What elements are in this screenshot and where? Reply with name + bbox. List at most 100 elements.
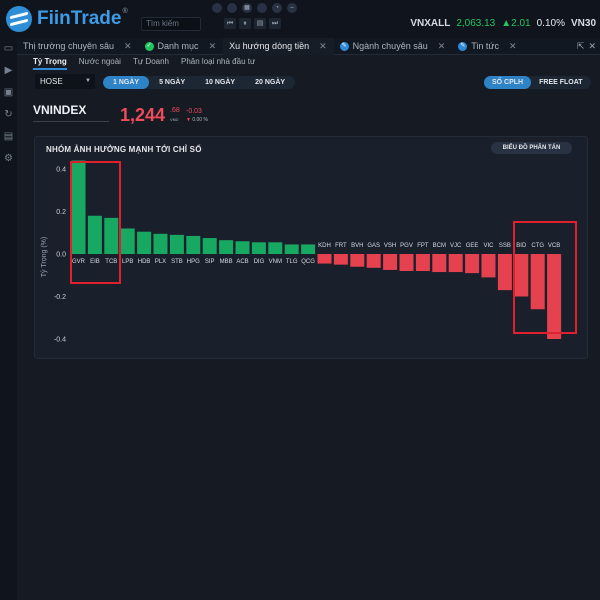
ticker-name: VNXALL (410, 18, 451, 29)
bar-pgv (399, 254, 414, 271)
category-label: FRT (335, 243, 347, 249)
document-icon[interactable]: ▤ (0, 126, 17, 148)
index-percent: ▼ 0.00 % (186, 117, 208, 123)
y-axis-label: Tỷ Trọng (%) (41, 237, 48, 277)
search-input[interactable]: Tìm kiếm (141, 17, 201, 31)
bar-sip (202, 238, 217, 254)
down-arrow-icon: ▼ (186, 117, 191, 123)
calendar-icon[interactable]: ▦ (242, 3, 252, 13)
range-1-day[interactable]: 1 NGÀY (103, 76, 150, 89)
ticker2-name: VN30 (570, 18, 596, 29)
logo-trademark: ® (122, 8, 128, 15)
category-label: STB (171, 259, 183, 265)
bar-stb (169, 234, 184, 254)
tab-money-flow-trend[interactable]: Xu hướng dòng tiền ✕ (223, 37, 334, 55)
bar-vsh (383, 254, 398, 270)
category-label: LPB (122, 259, 133, 265)
bar-hdb (137, 231, 152, 254)
market-ticker[interactable]: VNXALL 2,063.13 ▲2.01 0.10% VN30 (410, 18, 596, 29)
subtab-proprietary[interactable]: Tự Doanh (133, 56, 169, 70)
circle-icon[interactable] (227, 3, 237, 13)
logo-text: FiinTrade (37, 8, 122, 29)
close-icon[interactable]: ✕ (209, 38, 217, 55)
category-label: TLG (286, 259, 298, 265)
category-label: SIP (205, 259, 215, 265)
category-label: GEE (466, 243, 479, 249)
close-icon[interactable]: ✕ (509, 38, 517, 55)
toggle-free-float[interactable]: FREE FLOAT (531, 76, 590, 89)
index-percent-value: 0.00 % (192, 117, 208, 123)
close-icon[interactable]: ✕ (438, 38, 446, 55)
bar-dig (251, 242, 266, 254)
previous-icon[interactable]: ⏮ (224, 18, 236, 29)
index-value: 1,244 (120, 105, 166, 125)
save-icon[interactable]: ▣ (0, 82, 17, 104)
tab-news[interactable]: ✎ Tin tức ✕ (452, 38, 523, 55)
exchange-select[interactable]: HOSE ▼ (35, 74, 95, 89)
category-label: FPT (417, 243, 429, 249)
tab-label: Thị trường chuyên sâu (23, 40, 114, 51)
category-label: SSB (499, 243, 511, 249)
range-20-days[interactable]: 20 NGÀY (245, 76, 295, 89)
refresh-icon[interactable]: ↻ (0, 104, 17, 126)
tab-bar: Thị trường chuyên sâu ✕ ✓ Danh mục ✕ Xu hư… (17, 37, 600, 55)
close-icon[interactable]: ✕ (588, 41, 596, 52)
close-icon[interactable]: ✕ (124, 38, 132, 55)
category-label: HPG (187, 259, 200, 265)
logo[interactable]: FiinTrade ® (6, 6, 128, 32)
y-tick-label: 0.4 (56, 167, 66, 174)
tab-deep-market[interactable]: Thị trường chuyên sâu ✕ (17, 38, 139, 55)
app-window: FiinTrade ® Tìm kiếm ▦ ◔ – ⏮ ⏸ ▤ ⏭ VNXAL… (0, 0, 600, 600)
y-tick-label: 0.0 (56, 252, 66, 259)
range-5-days[interactable]: 5 NGÀY (149, 76, 195, 89)
gear-icon[interactable]: ⚙ (0, 148, 17, 170)
toggle-shares-outstanding[interactable]: SỐ CPLH (484, 76, 532, 89)
tab-label: Ngành chuyên sâu (352, 40, 428, 51)
y-tick-label: 0.2 (56, 209, 66, 216)
video-icon[interactable]: ▶ (0, 60, 17, 82)
window-icon[interactable]: ▭ (0, 38, 17, 60)
bar-lpb (120, 228, 135, 254)
category-label: VJC (450, 243, 462, 249)
ticker-change: ▲2.01 (501, 18, 531, 29)
category-label: MBB (220, 259, 233, 265)
category-label: ACB (236, 259, 248, 265)
minimize-icon[interactable]: – (287, 3, 297, 13)
bar-qcg (301, 244, 316, 254)
bar-fpt (415, 254, 430, 271)
tab-deep-sector[interactable]: ✎ Ngành chuyên sâu ✕ (334, 38, 453, 55)
index-change: -0.03 (186, 108, 202, 115)
popout-icon[interactable]: ⇱ (577, 41, 585, 52)
subtab-investor-type[interactable]: Phân loại nhà đầu tư (181, 56, 255, 70)
bar-gas (366, 254, 381, 268)
tab-label: Xu hướng dòng tiền (229, 40, 310, 51)
subtab-weight[interactable]: Tỷ Trọng (33, 56, 67, 70)
panel-title: NHÓM ẢNH HƯỞNG MẠNH TỚI CHỈ SỐ (46, 145, 202, 154)
scatter-chart-button[interactable]: BIỂU ĐỒ PHÂN TÁN (491, 142, 572, 154)
tab-portfolio[interactable]: ✓ Danh mục ✕ (139, 38, 224, 55)
category-label: KDH (318, 243, 331, 249)
category-label: VNM (269, 259, 282, 265)
clock-icon[interactable]: ◔ (272, 3, 282, 13)
fiintrade-logo-icon (6, 6, 32, 32)
close-icon[interactable]: ✕ (319, 38, 327, 55)
y-tick-label: -0.4 (54, 337, 66, 344)
grid-icon[interactable]: ▤ (254, 18, 266, 29)
bar-gee (465, 254, 480, 274)
y-tick-label: -0.2 (54, 294, 66, 301)
next-icon[interactable]: ⏭ (269, 18, 281, 29)
bar-hpg (186, 235, 201, 254)
chevron-down-icon: ▼ (85, 78, 91, 84)
index-name: VNINDEX (33, 103, 109, 122)
bar-bcm (432, 254, 447, 273)
circle-icon[interactable] (212, 3, 222, 13)
bar-bvh (350, 254, 365, 267)
bar-mbb (219, 240, 234, 254)
range-10-days[interactable]: 10 NGÀY (195, 76, 245, 89)
pause-icon[interactable]: ⏸ (239, 18, 251, 29)
category-label: DIG (254, 259, 265, 265)
category-label: GAS (367, 243, 380, 249)
tab-controls: ⇱ ✕ (577, 41, 596, 52)
circle-icon[interactable] (257, 3, 267, 13)
subtab-foreign[interactable]: Nước ngoài (79, 56, 121, 70)
